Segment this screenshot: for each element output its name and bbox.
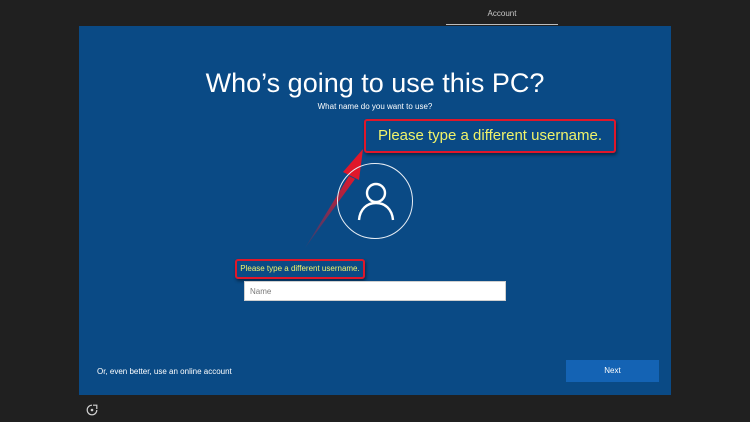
avatar — [337, 163, 413, 239]
user-icon — [357, 182, 395, 221]
oobe-screen: Account Who’s going to use this PC? What… — [0, 0, 750, 422]
online-account-link[interactable]: Or, even better, use an online account — [97, 367, 232, 377]
name-input[interactable] — [244, 281, 506, 301]
page-title: Who’s going to use this PC? — [205, 68, 545, 98]
page-subtitle: What name do you want to use? — [317, 102, 433, 111]
setup-panel: Who’s going to use this PC? What name do… — [79, 26, 671, 395]
tab-account: Account — [446, 7, 558, 25]
error-message: Please type a different username. — [235, 259, 365, 279]
next-button[interactable]: Next — [566, 360, 659, 382]
callout-large: Please type a different username. — [364, 119, 616, 153]
tab-underline — [446, 24, 558, 25]
ease-of-access-icon[interactable] — [86, 404, 98, 416]
tab-account-label: Account — [487, 9, 517, 18]
